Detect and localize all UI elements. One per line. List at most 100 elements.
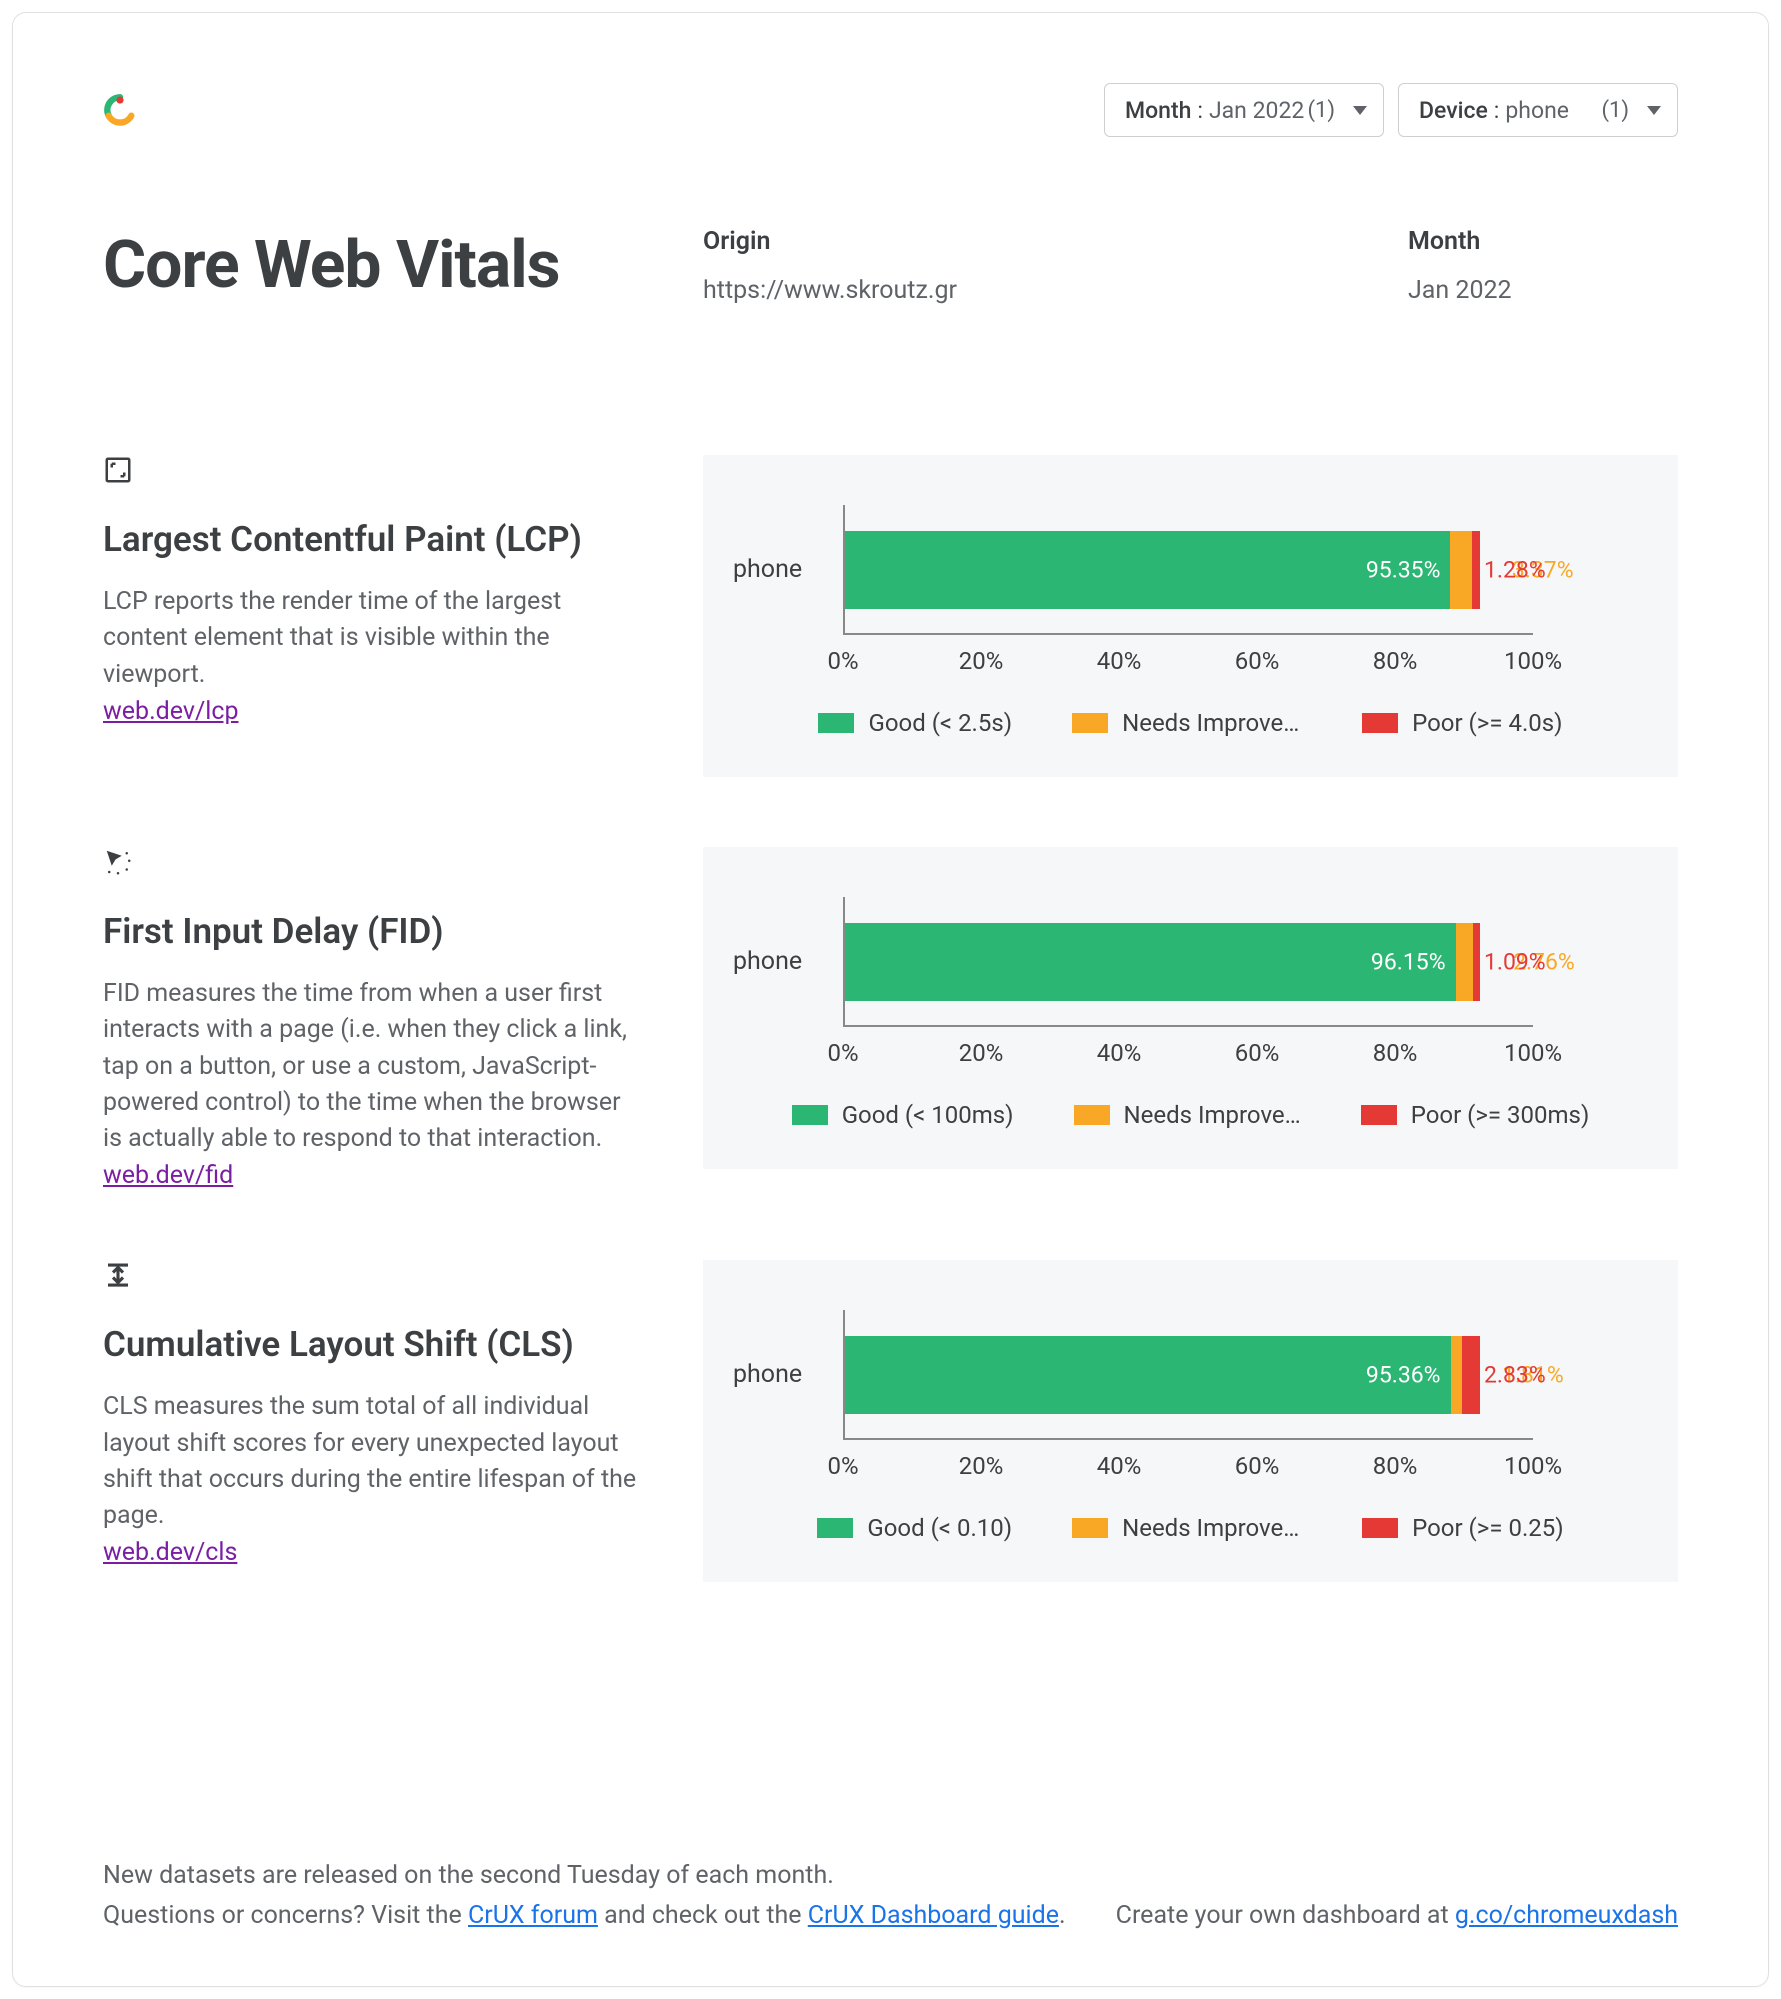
legend-poor: Poor (>= 0.25) bbox=[1362, 1514, 1564, 1542]
metric-doc-link[interactable]: web.dev/fid bbox=[103, 1161, 233, 1190]
cls-chart: phone 95.36% 1.81% 2.83% 0% 20% 40% 60% 80% 1… bbox=[703, 1260, 1678, 1582]
legend-needs-improvement: Needs Improvement bbox=[1072, 1514, 1302, 1542]
chart-category-label: phone bbox=[733, 555, 802, 584]
legend-poor: Poor (>= 300ms) bbox=[1361, 1101, 1590, 1129]
fid-chart: phone 96.15% 2.76% 1.09% 0%20%40%60%80%1… bbox=[703, 847, 1678, 1169]
axis-tick: 60% bbox=[1235, 1452, 1280, 1480]
chart-legend: Good (< 0.10) Needs Improvement Poor (>=… bbox=[733, 1514, 1648, 1542]
metric-desc-text: CLS measures the sum total of all indivi… bbox=[103, 1389, 643, 1534]
month-filter-label: Month bbox=[1125, 97, 1191, 124]
swatch-icon bbox=[1362, 1518, 1398, 1538]
month-meta: Month Jan 2022 bbox=[1408, 227, 1678, 305]
crux-guide-link[interactable]: CrUX Dashboard guide bbox=[808, 1901, 1059, 1930]
metric-title: Cumulative Layout Shift (CLS) bbox=[103, 1324, 643, 1365]
axis-tick: 100% bbox=[1504, 647, 1562, 675]
stacked-bar: 95.36% 1.81% 2.83% bbox=[845, 1336, 1480, 1414]
stacked-bar: 96.15% 2.76% 1.09% bbox=[845, 923, 1480, 1001]
swatch-icon bbox=[1074, 1105, 1110, 1125]
footer-line2: Questions or concerns? Visit the CrUX fo… bbox=[103, 1896, 1066, 1936]
filter-bar: Month: Jan 2022 (1) Device: phone (1) bbox=[1104, 83, 1678, 137]
x-axis-ticks: 0%20%40%60%80%100% bbox=[843, 1039, 1533, 1065]
title-strip: Core Web Vitals Origin https://www.skrou… bbox=[103, 227, 1678, 305]
origin-meta: Origin https://www.skroutz.gr bbox=[703, 227, 1408, 305]
month-label: Month bbox=[1408, 227, 1678, 256]
axis-tick: 0% bbox=[827, 1452, 858, 1480]
swatch-icon bbox=[1362, 713, 1398, 733]
metric-row-cls: Cumulative Layout Shift (CLS) CLS measur… bbox=[103, 1260, 1678, 1582]
axis-tick: 80% bbox=[1373, 1039, 1418, 1067]
swatch-icon bbox=[817, 1518, 853, 1538]
footer: New datasets are released on the second … bbox=[103, 1856, 1678, 1936]
axis-tick: 80% bbox=[1373, 647, 1418, 675]
caret-down-icon bbox=[1353, 106, 1367, 115]
metric-desc-text: FID measures the time from when a user f… bbox=[103, 976, 643, 1157]
legend-good: Good (< 2.5s) bbox=[818, 709, 1012, 737]
axis-tick: 60% bbox=[1235, 1039, 1280, 1067]
swatch-icon bbox=[818, 713, 854, 733]
lcp-chart: phone 95.35% 3.37% 1.28% 0%20%40%60%80%1… bbox=[703, 455, 1678, 777]
bar-segment-poor: 1.09% bbox=[1473, 923, 1480, 1001]
poor-value: 1.09% bbox=[1484, 949, 1546, 976]
metric-title: Largest Contentful Paint (LCP) bbox=[103, 519, 643, 560]
poor-value: 1.28% bbox=[1484, 557, 1546, 584]
metric-doc-link[interactable]: web.dev/cls bbox=[103, 1538, 237, 1567]
axis-tick: 0% bbox=[827, 647, 858, 675]
device-filter-label: Device bbox=[1419, 97, 1488, 124]
dashboard-card: Month: Jan 2022 (1) Device: phone (1) bbox=[12, 12, 1769, 1987]
axis-tick: 100% bbox=[1504, 1039, 1562, 1067]
lcp-icon bbox=[103, 455, 643, 489]
good-value: 95.35% bbox=[1366, 557, 1441, 584]
chart-plot-area: 96.15% 2.76% 1.09% bbox=[843, 897, 1533, 1027]
bar-segment-needs-improvement: 2.76% bbox=[1456, 923, 1474, 1001]
fid-icon bbox=[103, 847, 643, 881]
chart-legend: Good (< 100ms) Needs Improve… Poor (>= 3… bbox=[733, 1101, 1648, 1129]
legend-needs-improvement: Needs Improvement bbox=[1072, 709, 1302, 737]
legend-needs-improvement: Needs Improve… bbox=[1074, 1101, 1301, 1129]
axis-tick: 40% bbox=[1097, 1452, 1142, 1480]
origin-label: Origin bbox=[703, 227, 1408, 256]
legend-good: Good (< 100ms) bbox=[792, 1101, 1014, 1129]
axis-tick: 80% bbox=[1373, 1452, 1418, 1480]
page-title: Core Web Vitals bbox=[103, 227, 703, 304]
swatch-icon bbox=[1072, 1518, 1108, 1538]
bar-segment-needs-improvement: 3.37% bbox=[1450, 531, 1471, 609]
chart-category-label: phone bbox=[733, 1360, 802, 1389]
axis-tick: 100% bbox=[1504, 1452, 1562, 1480]
bar-segment-poor: 2.83% bbox=[1462, 1336, 1480, 1414]
bar-segment-poor: 1.28% bbox=[1472, 531, 1480, 609]
poor-value: 2.83% bbox=[1484, 1362, 1546, 1389]
metric-row-fid: First Input Delay (FID) FID measures the… bbox=[103, 847, 1678, 1190]
footer-left: New datasets are released on the second … bbox=[103, 1856, 1066, 1936]
legend-good: Good (< 0.10) bbox=[817, 1514, 1012, 1542]
axis-tick: 20% bbox=[959, 1452, 1004, 1480]
chart-category-label: phone bbox=[733, 947, 802, 976]
chart-plot-area: 95.35% 3.37% 1.28% bbox=[843, 505, 1533, 635]
metric-doc-link[interactable]: web.dev/lcp bbox=[103, 697, 239, 726]
month-filter-dropdown[interactable]: Month: Jan 2022 (1) bbox=[1104, 83, 1384, 137]
metric-description: Largest Contentful Paint (LCP) LCP repor… bbox=[103, 455, 703, 726]
month-filter-count: (1) bbox=[1307, 98, 1335, 123]
cls-icon bbox=[103, 1260, 643, 1294]
axis-tick: 20% bbox=[959, 647, 1004, 675]
device-filter-dropdown[interactable]: Device: phone (1) bbox=[1398, 83, 1678, 137]
device-filter-value: phone bbox=[1505, 97, 1569, 124]
swatch-icon bbox=[1072, 713, 1108, 733]
bar-segment-good: 95.36% bbox=[845, 1336, 1451, 1414]
chart-legend: Good (< 2.5s) Needs Improvement Poor (>=… bbox=[733, 709, 1648, 737]
axis-tick: 20% bbox=[959, 1039, 1004, 1067]
axis-tick: 40% bbox=[1097, 1039, 1142, 1067]
device-filter-count: (1) bbox=[1601, 98, 1629, 123]
footer-cta: Create your own dashboard at g.co/chrome… bbox=[1116, 1896, 1678, 1936]
swatch-icon bbox=[1361, 1105, 1397, 1125]
crux-forum-link[interactable]: CrUX forum bbox=[468, 1901, 598, 1930]
chromeuxdash-link[interactable]: g.co/chromeuxdash bbox=[1455, 1901, 1678, 1930]
metric-description: Cumulative Layout Shift (CLS) CLS measur… bbox=[103, 1260, 703, 1567]
metric-description: First Input Delay (FID) FID measures the… bbox=[103, 847, 703, 1190]
axis-tick: 60% bbox=[1235, 647, 1280, 675]
caret-down-icon bbox=[1647, 106, 1661, 115]
footer-line1: New datasets are released on the second … bbox=[103, 1856, 1066, 1896]
metric-desc-text: LCP reports the render time of the large… bbox=[103, 584, 643, 693]
bar-segment-needs-improvement: 1.81% bbox=[1451, 1336, 1462, 1414]
metric-title: First Input Delay (FID) bbox=[103, 911, 643, 952]
legend-poor: Poor (>= 4.0s) bbox=[1362, 709, 1562, 737]
